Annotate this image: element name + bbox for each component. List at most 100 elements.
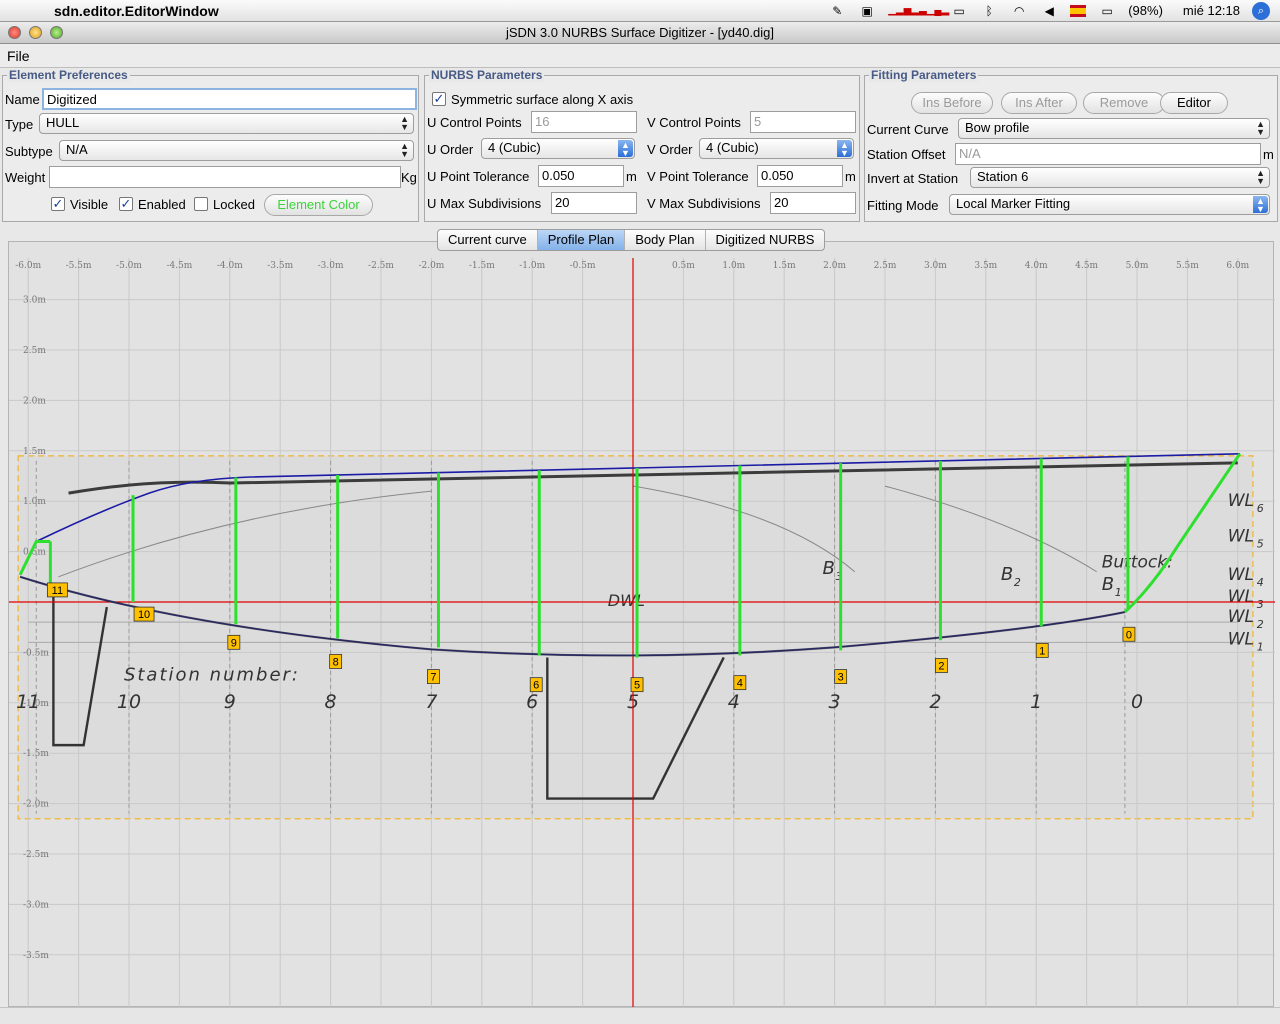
x-tick-label: 3.0m — [924, 261, 947, 271]
volume-icon[interactable]: ◀ — [1040, 3, 1058, 19]
x-tick-label: 5.0m — [1126, 261, 1149, 271]
v-point-tolerance-label: V Point Tolerance — [647, 169, 749, 184]
u-max-subdivisions-label: U Max Subdivisions — [427, 196, 542, 211]
visible-label: Visible — [70, 197, 109, 212]
script-menu-icon[interactable]: ✎ — [828, 3, 846, 19]
tab-digitized-nurbs[interactable]: Digitized NURBS — [706, 230, 825, 250]
buttock-subscript: 2 — [1014, 576, 1021, 589]
fitting-mode-select[interactable]: Local Marker Fitting ▲ ▼ — [949, 194, 1270, 215]
tab-profile-plan[interactable]: Profile Plan — [537, 230, 626, 250]
x-tick-label: -0.5m — [570, 261, 596, 271]
weight-unit: Kg — [401, 170, 417, 185]
ins-before-button[interactable]: Ins Before — [911, 92, 993, 114]
station-marker-label: 8 — [333, 656, 339, 668]
dwl-label: DWL — [608, 591, 645, 610]
v-control-points-field[interactable]: 5 — [750, 111, 856, 133]
u-max-subdivisions-field[interactable]: 20 — [551, 192, 637, 214]
x-tick-label: 6.0m — [1226, 261, 1249, 271]
invert-at-station-select[interactable]: Station 6 ▲ ▼ — [970, 167, 1270, 188]
element-color-button[interactable]: Element Color — [264, 194, 373, 216]
updown-arrows-icon: ▲ ▼ — [400, 141, 409, 159]
waterline-label: WL — [1228, 565, 1254, 585]
profile-plan-canvas[interactable]: -6.0m -5.5m -5.0m -4.5m -4.0m -3.5m -3.0m -2.5m… — [8, 241, 1275, 1008]
u-control-points-label: U Control Points — [427, 115, 522, 130]
x-tick-label: 1.0m — [722, 261, 745, 271]
u-point-tolerance-field[interactable]: 0.050 — [538, 165, 624, 187]
remove-button[interactable]: Remove — [1083, 92, 1165, 114]
x-tick-label: 5.5m — [1176, 261, 1199, 271]
profile-plan-drawing[interactable]: -6.0m -5.5m -5.0m -4.5m -4.0m -3.5m -3.0m -2.5m… — [9, 242, 1275, 1008]
x-tick-label: 2.0m — [823, 261, 846, 271]
x-tick-label: -4.5m — [166, 261, 192, 271]
enabled-label: Enabled — [138, 197, 186, 212]
symmetric-checkbox[interactable]: ✓ — [432, 92, 446, 106]
drawing-station-number: 2 — [929, 691, 941, 713]
station-offset-field[interactable]: N/A — [955, 143, 1261, 165]
system-menubar: sdn.editor.EditorWindow ✎ ▣ ▁▂▅▂▃▁▄▂ ▭ ᛒ… — [0, 0, 1280, 22]
file-menu[interactable]: File — [7, 48, 30, 64]
station-offset-unit: m — [1263, 147, 1274, 162]
x-tick-label: 1.5m — [773, 261, 796, 271]
battery-icon[interactable]: ▭ — [1098, 3, 1116, 19]
display-icon[interactable]: ▭ — [950, 3, 968, 19]
flag-es-icon[interactable] — [1070, 4, 1087, 17]
x-tick-label: -1.5m — [469, 261, 495, 271]
current-curve-select[interactable]: Bow profile ▲ ▼ — [958, 118, 1270, 139]
spotlight-search-icon[interactable]: ⌕ — [1252, 1, 1270, 20]
y-tick-label: 0.5m — [23, 548, 46, 558]
drawing-station-number: 7 — [425, 691, 437, 713]
locked-checkbox[interactable] — [194, 197, 208, 211]
u-order-label: U Order — [427, 142, 474, 157]
y-tick-label: -2.5m — [23, 850, 49, 860]
updown-arrows-icon: ▲ ▼ — [837, 140, 852, 158]
menubar-clock[interactable]: mié 12:18 — [1183, 3, 1240, 18]
weight-field[interactable] — [49, 166, 401, 188]
type-select[interactable]: HULL ▲ ▼ — [39, 113, 414, 134]
waterline-label: WL — [1228, 587, 1254, 607]
subtype-select[interactable]: N/A ▲ ▼ — [59, 140, 414, 161]
enabled-checkbox[interactable]: ✓ — [119, 197, 133, 211]
editor-button[interactable]: Editor — [1160, 92, 1228, 114]
window-menu-bar: File — [0, 44, 1280, 68]
v-point-tolerance-field[interactable]: 0.050 — [757, 165, 843, 187]
v-order-label: V Order — [647, 142, 693, 157]
element-preferences-panel: Element Preferences Name Digitized Type … — [2, 68, 419, 222]
invert-at-station-label: Invert at Station — [867, 171, 959, 186]
updown-arrows-icon: ▲ ▼ — [1256, 119, 1265, 137]
ins-after-button[interactable]: Ins After — [1001, 92, 1077, 114]
buttock-curve-label: B — [1102, 574, 1114, 595]
station-marker-label: 6 — [533, 680, 539, 692]
v-order-select-value: 4 (Cubic) — [706, 140, 759, 155]
tab-current-curve[interactable]: Current curve — [438, 230, 538, 250]
u-order-select[interactable]: 4 (Cubic) ▲ ▼ — [481, 138, 635, 159]
u-control-points-field[interactable]: 16 — [531, 111, 637, 133]
name-field[interactable]: Digitized — [42, 88, 417, 110]
status-bar — [0, 1007, 1280, 1024]
y-tick-label: 1.5m — [23, 447, 46, 457]
window-titlebar: jSDN 3.0 NURBS Surface Digitizer - [yd40… — [0, 22, 1280, 44]
station-marker-label: 10 — [138, 609, 150, 621]
disk-icon[interactable]: ▣ — [858, 3, 876, 19]
invert-at-station-value: Station 6 — [977, 169, 1029, 184]
visible-checkbox[interactable]: ✓ — [51, 197, 65, 211]
buttock-curve-label: B — [823, 558, 835, 579]
drawing-station-number: 9 — [224, 691, 236, 713]
fitting-mode-value: Local Marker Fitting — [956, 196, 1071, 211]
u-point-tolerance-label: U Point Tolerance — [427, 169, 530, 184]
v-order-select[interactable]: 4 (Cubic) ▲ ▼ — [699, 138, 854, 159]
bluetooth-icon[interactable]: ᛒ — [980, 3, 998, 19]
wifi-icon[interactable]: ◠ — [1010, 3, 1028, 19]
v-max-subdivisions-field[interactable]: 20 — [770, 192, 856, 214]
y-tick-label: 3.0m — [23, 296, 46, 306]
fitting-parameters-legend: Fitting Parameters — [869, 68, 979, 82]
y-tick-label: 2.0m — [23, 396, 46, 406]
updown-arrows-icon: ▲ ▼ — [618, 140, 633, 158]
waterline-subscript: 3 — [1257, 598, 1264, 611]
scanned-drawing-frame — [17, 455, 1254, 820]
symmetric-label: Symmetric surface along X axis — [451, 92, 634, 107]
tab-body-plan[interactable]: Body Plan — [625, 230, 706, 250]
updown-arrows-icon: ▲ ▼ — [1253, 196, 1268, 214]
weight-label: Weight — [5, 170, 46, 185]
view-tabs: Current curve Profile Plan Body Plan Dig… — [437, 229, 826, 251]
app-menu[interactable]: sdn.editor.EditorWindow — [54, 3, 219, 19]
